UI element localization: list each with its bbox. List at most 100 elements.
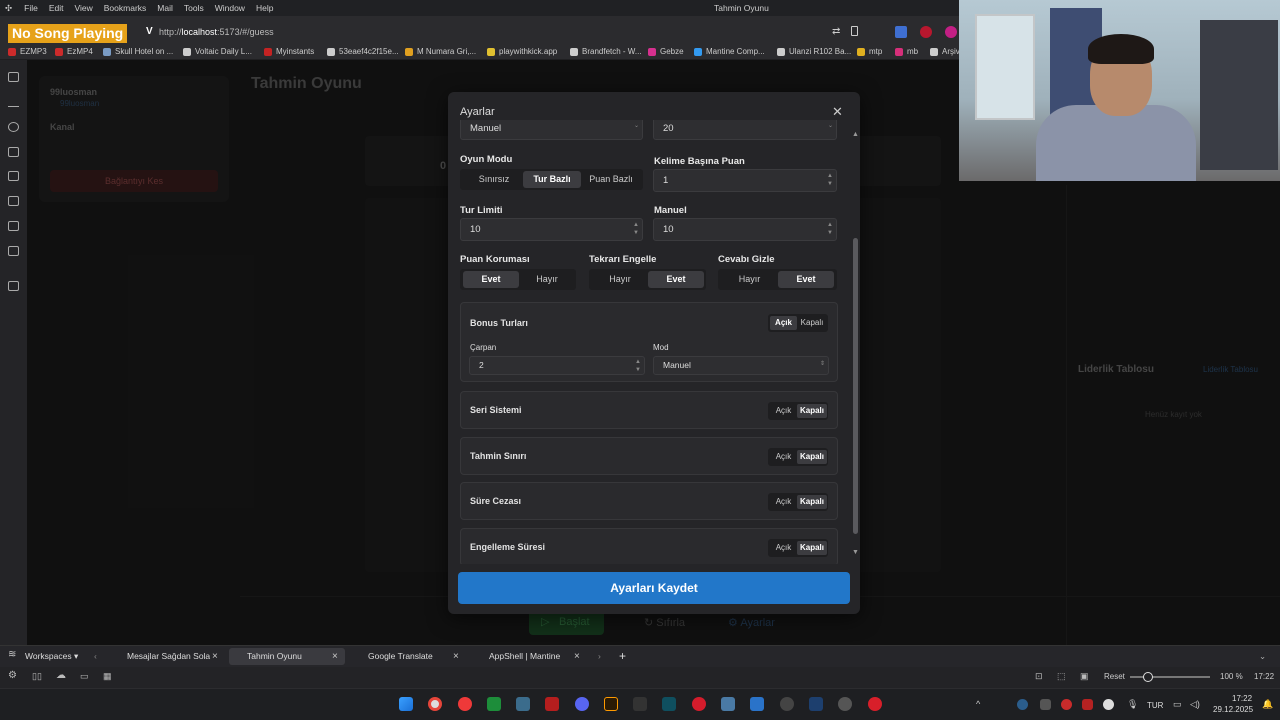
multiplier-input[interactable]: 2 ▲ ▼ <box>469 356 645 375</box>
filezilla-icon[interactable] <box>545 697 559 711</box>
language-indicator[interactable]: TUR <box>1147 701 1163 710</box>
chrome-icon[interactable] <box>428 697 442 711</box>
reading-list-icon[interactable] <box>8 196 19 206</box>
tray-icon[interactable] <box>1103 699 1114 710</box>
bookmark-item[interactable]: Gebze <box>648 47 684 56</box>
tray-expand-icon[interactable]: ^ <box>976 699 980 709</box>
bookmark-item[interactable]: 53eaef4c2f15e... <box>327 47 399 56</box>
tabs-scroll-right-icon[interactable]: › <box>598 648 601 665</box>
tray-icon[interactable] <box>1040 699 1051 710</box>
bookmark-icon[interactable] <box>851 26 858 36</box>
app-icon[interactable] <box>633 697 647 711</box>
window-icon[interactable]: ▭ <box>80 671 89 682</box>
game-mode-rounds[interactable]: Tur Bazlı <box>523 171 581 188</box>
stepper-icon[interactable]: ▲ ▼ <box>827 172 833 188</box>
block-repeat-no[interactable]: Hayır <box>592 271 648 288</box>
bookmark-item[interactable]: Mantine Comp... <box>694 47 765 56</box>
tab-mesajlar[interactable]: Mesajlar Sağdan Sola <box>110 648 226 665</box>
translate-panel-icon[interactable] <box>8 171 19 181</box>
bookmark-item[interactable]: Brandfetch - W... <box>570 47 642 56</box>
menu-bookmarks[interactable]: Bookmarks <box>104 3 147 13</box>
tiling-icon[interactable]: ⬚ <box>1057 671 1066 682</box>
mail-icon[interactable] <box>8 246 19 256</box>
windows-start-icon[interactable] <box>399 697 413 711</box>
github-icon[interactable] <box>780 697 794 711</box>
tab-google-translate[interactable]: Google Translate <box>350 648 466 665</box>
workspaces-icon[interactable]: ≋ <box>8 649 16 660</box>
panel-toggle-icon[interactable]: ▯▯ <box>32 671 42 682</box>
menu-edit[interactable]: Edit <box>49 3 64 13</box>
stepper-icon[interactable]: ▲ ▼ <box>635 358 641 374</box>
add-panel-icon[interactable] <box>8 281 19 291</box>
menu-mail[interactable]: Mail <box>157 3 173 13</box>
game-mode-unlimited[interactable]: Sınırsız <box>464 171 524 188</box>
close-icon[interactable]: × <box>574 648 580 665</box>
guess-limit-off[interactable]: Kapalı <box>797 450 827 464</box>
round-limit-input[interactable]: 10 ▲ ▼ <box>460 218 643 241</box>
menu-tools[interactable]: Tools <box>184 3 204 13</box>
tray-steam-icon[interactable] <box>1017 699 1028 710</box>
block-duration-off[interactable]: Kapalı <box>797 541 827 555</box>
tray-icon[interactable] <box>1061 699 1072 710</box>
app-icon[interactable] <box>662 697 676 711</box>
stepper-icon[interactable]: ▲ ▼ <box>633 221 639 237</box>
streak-off[interactable]: Kapalı <box>797 404 827 418</box>
extension-icon[interactable] <box>945 26 957 38</box>
zoom-slider[interactable] <box>1130 676 1210 678</box>
app-logo-icon[interactable]: ✣ <box>5 3 12 14</box>
downloads-icon[interactable] <box>8 97 19 107</box>
manual-input[interactable]: 10 ▲ ▼ <box>653 218 837 241</box>
bookmark-item[interactable]: Skull Hotel on ... <box>103 47 173 56</box>
hide-answer-yes[interactable]: Evet <box>778 271 834 288</box>
terminal-icon[interactable] <box>487 697 501 711</box>
cloud-icon[interactable]: ☁ <box>56 670 66 681</box>
translate-icon[interactable]: ⇄ <box>832 26 844 38</box>
notification-icon[interactable]: 🔔 <box>1262 699 1273 710</box>
score-protection-yes[interactable]: Evet <box>463 271 519 288</box>
bookmark-item[interactable]: Voltaic Daily L... <box>183 47 252 56</box>
game-mode-points[interactable]: Puan Bazlı <box>581 171 641 188</box>
steam-icon[interactable] <box>809 697 823 711</box>
tab-menu-icon[interactable]: ⌄ <box>1259 648 1266 665</box>
image-icon[interactable]: ▣ <box>1080 671 1089 682</box>
guess-limit-on[interactable]: Açık <box>770 450 797 464</box>
tab-appshell[interactable]: AppShell | Mantine <box>471 648 587 665</box>
time-penalty-on[interactable]: Açık <box>770 495 797 509</box>
partial-select[interactable]: Manuel ⌄ <box>460 120 643 140</box>
scroll-down-icon[interactable]: ▼ <box>852 549 859 556</box>
discord-icon[interactable] <box>575 697 589 711</box>
menu-help[interactable]: Help <box>256 3 273 13</box>
block-repeat-yes[interactable]: Evet <box>648 271 704 288</box>
tab-tahmin-oyunu[interactable]: Tahmin Oyunu <box>229 648 345 665</box>
record-icon[interactable] <box>692 697 706 711</box>
partial-number[interactable]: 20 ⌄ <box>653 120 837 140</box>
tray-icon[interactable] <box>1082 699 1093 710</box>
volume-icon[interactable]: ◁) <box>1190 699 1200 710</box>
bookmark-item[interactable]: Ulanzi R102 Ba... <box>777 47 851 56</box>
history-icon[interactable] <box>8 122 19 132</box>
bookmark-item[interactable]: mtp <box>857 47 882 56</box>
app-icon[interactable] <box>516 697 530 711</box>
app-icon[interactable] <box>721 697 735 711</box>
vivaldi-taskbar-icon[interactable] <box>458 697 472 711</box>
taskbar-date[interactable]: 29.12.2025 <box>1213 705 1253 714</box>
bookmark-item[interactable]: playwithkick.app <box>487 47 557 56</box>
close-icon[interactable]: × <box>332 648 338 665</box>
hide-answer-no[interactable]: Hayır <box>721 271 778 288</box>
calendar-icon[interactable]: ▦ <box>103 671 112 682</box>
bookmark-item[interactable]: Myinstants <box>264 47 314 56</box>
zoom-reset-button[interactable]: Reset <box>1104 672 1125 681</box>
close-icon[interactable]: ✕ <box>832 104 843 120</box>
modal-scroll-area[interactable]: Manuel ⌄ 20 ⌄ Oyun Modu Sınırsız Tur Bazlı… <box>448 120 848 564</box>
extension-icon[interactable] <box>920 26 932 38</box>
menu-window[interactable]: Window <box>215 3 245 13</box>
app-icon[interactable] <box>838 697 852 711</box>
block-duration-on[interactable]: Açık <box>770 541 797 555</box>
score-protection-no[interactable]: Hayır <box>519 271 575 288</box>
menu-file[interactable]: File <box>24 3 38 13</box>
bookmark-item[interactable]: M Numara Gri,... <box>405 47 476 56</box>
window-panel-icon[interactable] <box>8 221 19 231</box>
save-settings-button[interactable]: Ayarları Kaydet <box>458 572 850 604</box>
notes-icon[interactable] <box>8 147 19 157</box>
zoom-slider-knob[interactable] <box>1143 672 1153 682</box>
